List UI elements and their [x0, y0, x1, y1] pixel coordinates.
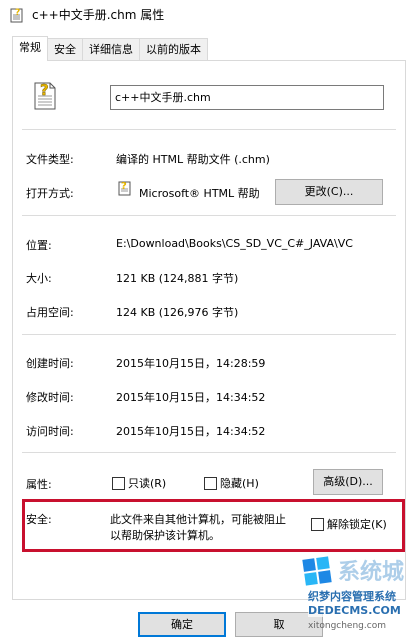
properties-window: ? c++中文手册.chm 属性 常规 安全 详细信息 以前的版本 ? c++中… — [0, 0, 416, 637]
separator — [22, 452, 396, 453]
size-on-disk-value: 124 KB (126,976 字节) — [116, 306, 239, 319]
created-label: 创建时间: — [26, 357, 74, 370]
accessed-value: 2015年10月15日，14:34:52 — [116, 425, 266, 438]
security-message-line1: 此文件来自其他计算机，可能被阻止 — [110, 513, 286, 526]
location-label: 位置: — [26, 239, 52, 252]
hidden-checkbox-label: 隐藏(H) — [220, 477, 259, 490]
svg-text:?: ? — [40, 81, 49, 99]
general-panel: ? c++中文手册.chm 文件类型: 编译的 HTML 帮助文件 (.chm)… — [12, 60, 406, 600]
file-type-value: 编译的 HTML 帮助文件 (.chm) — [116, 153, 270, 166]
size-on-disk-label: 占用空间: — [26, 306, 74, 319]
unblock-checkbox[interactable]: 解除锁定(K) — [311, 516, 387, 532]
advanced-button[interactable]: 高级(D)... — [313, 469, 383, 495]
change-button[interactable]: 更改(C)... — [275, 179, 383, 205]
unblock-checkbox-box[interactable] — [311, 517, 324, 531]
created-value: 2015年10月15日，14:28:59 — [116, 357, 266, 370]
modified-label: 修改时间: — [26, 391, 74, 404]
tab-security[interactable]: 安全 — [47, 38, 83, 61]
chm-file-icon: ? — [34, 81, 56, 110]
separator — [22, 215, 396, 216]
readonly-checkbox-box[interactable] — [112, 476, 125, 490]
security-label: 安全: — [26, 513, 52, 526]
hidden-checkbox[interactable]: 隐藏(H) — [204, 475, 259, 491]
ok-button[interactable]: 确定 — [138, 612, 226, 637]
accessed-label: 访问时间: — [26, 425, 74, 438]
help-file-icon: ? — [10, 8, 23, 23]
title-bar: ? c++中文手册.chm 属性 — [0, 0, 416, 30]
file-type-label: 文件类型: — [26, 153, 74, 166]
security-message-line2: 以帮助保护该计算机。 — [110, 529, 220, 542]
separator — [22, 334, 396, 335]
opens-with-value: Microsoft® HTML 帮助 — [139, 187, 260, 200]
tab-previous-versions[interactable]: 以前的版本 — [139, 38, 208, 61]
size-label: 大小: — [26, 272, 52, 285]
opens-with-label: 打开方式: — [26, 187, 74, 200]
window-title: c++中文手册.chm 属性 — [32, 8, 165, 22]
attributes-label: 属性: — [26, 478, 52, 491]
cancel-button[interactable]: 取 — [235, 612, 323, 637]
tab-details[interactable]: 详细信息 — [82, 38, 140, 61]
unblock-checkbox-label: 解除锁定(K) — [327, 518, 387, 531]
size-value: 121 KB (124,881 字节) — [116, 272, 239, 285]
tab-general[interactable]: 常规 — [12, 36, 48, 61]
location-value: E:\Download\Books\CS_SD_VC_C#_JAVA\VC — [116, 237, 353, 250]
help-app-icon: ? — [118, 181, 131, 196]
readonly-checkbox[interactable]: 只读(R) — [112, 475, 166, 491]
modified-value: 2015年10月15日，14:34:52 — [116, 391, 266, 404]
svg-text:?: ? — [15, 8, 20, 18]
readonly-checkbox-label: 只读(R) — [128, 477, 167, 490]
hidden-checkbox-box[interactable] — [204, 476, 217, 490]
svg-text:?: ? — [121, 181, 127, 192]
tab-strip: 常规 安全 详细信息 以前的版本 — [12, 36, 208, 61]
separator — [22, 129, 396, 130]
filename-input[interactable]: c++中文手册.chm — [110, 85, 384, 110]
